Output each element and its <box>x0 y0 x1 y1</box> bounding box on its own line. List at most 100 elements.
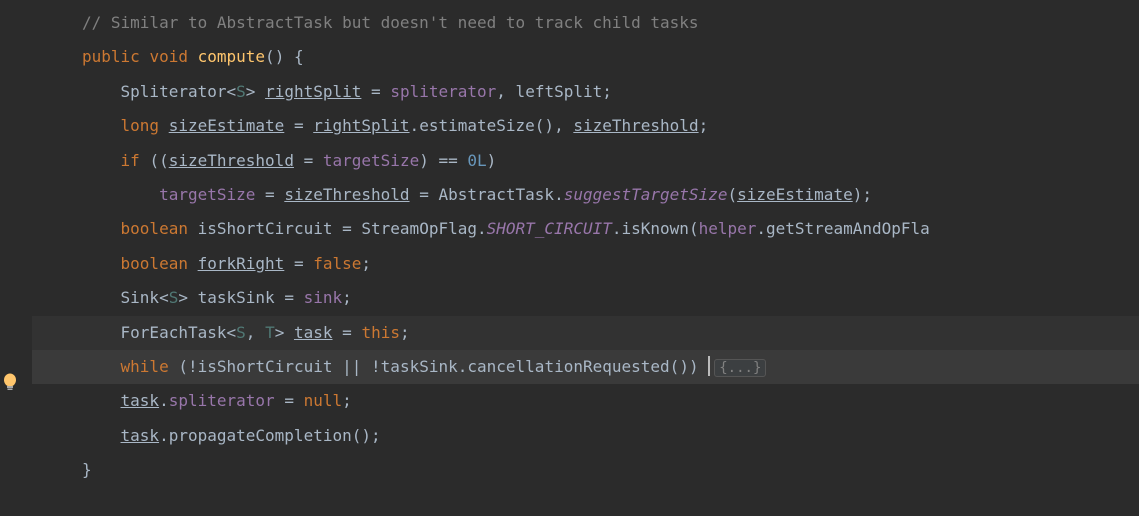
text: ( <box>149 151 159 170</box>
text: = <box>284 391 294 410</box>
text: . <box>458 357 468 376</box>
method-call: estimateSize <box>419 116 535 135</box>
text <box>332 357 342 376</box>
method-call: isKnown <box>622 219 689 238</box>
intention-bulb-icon[interactable] <box>3 373 17 391</box>
text: ! <box>188 357 198 376</box>
variable: taskSink <box>198 288 275 307</box>
text: = <box>342 219 352 238</box>
code-line[interactable]: Spliterator<S> rightSplit = spliterator,… <box>32 75 1139 109</box>
text: = <box>304 151 314 170</box>
text: > <box>275 323 285 342</box>
folded-region[interactable]: {...} <box>714 359 766 377</box>
code-line[interactable]: } <box>32 453 1139 487</box>
type: Sink <box>121 288 160 307</box>
indent <box>82 185 159 204</box>
text <box>188 254 198 273</box>
text <box>304 116 314 135</box>
text-caret <box>708 356 710 376</box>
indent <box>82 323 121 342</box>
variable: sizeThreshold <box>284 185 409 204</box>
code-line[interactable]: ForEachTask<S, T> task = this; <box>32 316 1139 350</box>
gutter <box>0 0 32 487</box>
text: ; <box>699 116 709 135</box>
text <box>275 391 285 410</box>
indent <box>82 357 121 376</box>
text: = <box>419 185 429 204</box>
text <box>284 323 294 342</box>
text: . <box>554 185 564 204</box>
keyword: boolean <box>121 254 188 273</box>
text <box>361 357 371 376</box>
indent <box>82 254 121 273</box>
text: } <box>82 460 92 479</box>
text: = <box>284 288 294 307</box>
text: ( <box>178 357 188 376</box>
text: < <box>227 323 237 342</box>
text: ) <box>361 426 371 445</box>
text: ) <box>679 357 689 376</box>
text: . <box>612 219 622 238</box>
text: = <box>294 116 304 135</box>
code-line[interactable]: if ((sizeThreshold = targetSize) == 0L) <box>32 144 1139 178</box>
number-literal: 0L <box>467 151 486 170</box>
method-call: getStreamAndOpFla <box>766 219 930 238</box>
variable: rightSplit <box>265 82 361 101</box>
text: leftSplit <box>506 82 602 101</box>
static-method: suggestTargetSize <box>564 185 728 204</box>
text <box>169 357 179 376</box>
code-line-current[interactable]: while (!isShortCircuit || !taskSink.canc… <box>32 350 1139 384</box>
text: ! <box>371 357 381 376</box>
text <box>284 47 294 66</box>
text: ; <box>862 185 872 204</box>
variable: sizeThreshold <box>169 151 294 170</box>
text: ( <box>352 426 362 445</box>
text: ( <box>535 116 545 135</box>
variable: isShortCircuit <box>198 219 333 238</box>
text: = <box>294 254 304 273</box>
text: ) <box>689 357 699 376</box>
text: == <box>438 151 457 170</box>
field: spliterator <box>169 391 275 410</box>
code-editor[interactable]: // Similar to AbstractTask but doesn't n… <box>0 0 1139 487</box>
code-line[interactable]: targetSize = sizeThreshold = AbstractTas… <box>32 178 1139 212</box>
code-line[interactable]: boolean isShortCircuit = StreamOpFlag.SH… <box>32 212 1139 246</box>
text: , <box>554 116 564 135</box>
indent <box>82 288 121 307</box>
text: { <box>294 47 304 66</box>
indent <box>82 82 121 101</box>
variable: isShortCircuit <box>198 357 333 376</box>
type: StreamOpFlag <box>361 219 477 238</box>
field: helper <box>699 219 757 238</box>
code-line[interactable]: // Similar to AbstractTask but doesn't n… <box>32 6 1139 40</box>
method-name: compute <box>198 47 265 66</box>
indent <box>82 116 121 135</box>
operator: || <box>342 357 361 376</box>
text: ; <box>342 288 352 307</box>
text: . <box>159 426 169 445</box>
indent <box>82 219 121 238</box>
code-line[interactable]: boolean forkRight = false; <box>32 247 1139 281</box>
keyword: false <box>313 254 361 273</box>
text <box>140 151 150 170</box>
code-line[interactable]: task.spliterator = null; <box>32 384 1139 418</box>
text <box>188 47 198 66</box>
method-call: propagateCompletion <box>169 426 352 445</box>
generic-param: S <box>169 288 179 307</box>
generic-param: T <box>265 323 275 342</box>
text: . <box>756 219 766 238</box>
code-line[interactable]: task.propagateCompletion(); <box>32 419 1139 453</box>
field: targetSize <box>159 185 255 204</box>
text <box>564 116 574 135</box>
variable: sizeEstimate <box>169 116 285 135</box>
keyword: boolean <box>121 219 188 238</box>
indent <box>82 426 121 445</box>
text: < <box>159 288 169 307</box>
text <box>313 151 323 170</box>
code-line[interactable]: long sizeEstimate = rightSplit.estimateS… <box>32 109 1139 143</box>
code-line[interactable]: Sink<S> taskSink = sink; <box>32 281 1139 315</box>
field: targetSize <box>323 151 419 170</box>
type: Spliterator <box>121 82 227 101</box>
code-line[interactable]: public void compute() { <box>32 40 1139 74</box>
text: ( <box>265 47 275 66</box>
